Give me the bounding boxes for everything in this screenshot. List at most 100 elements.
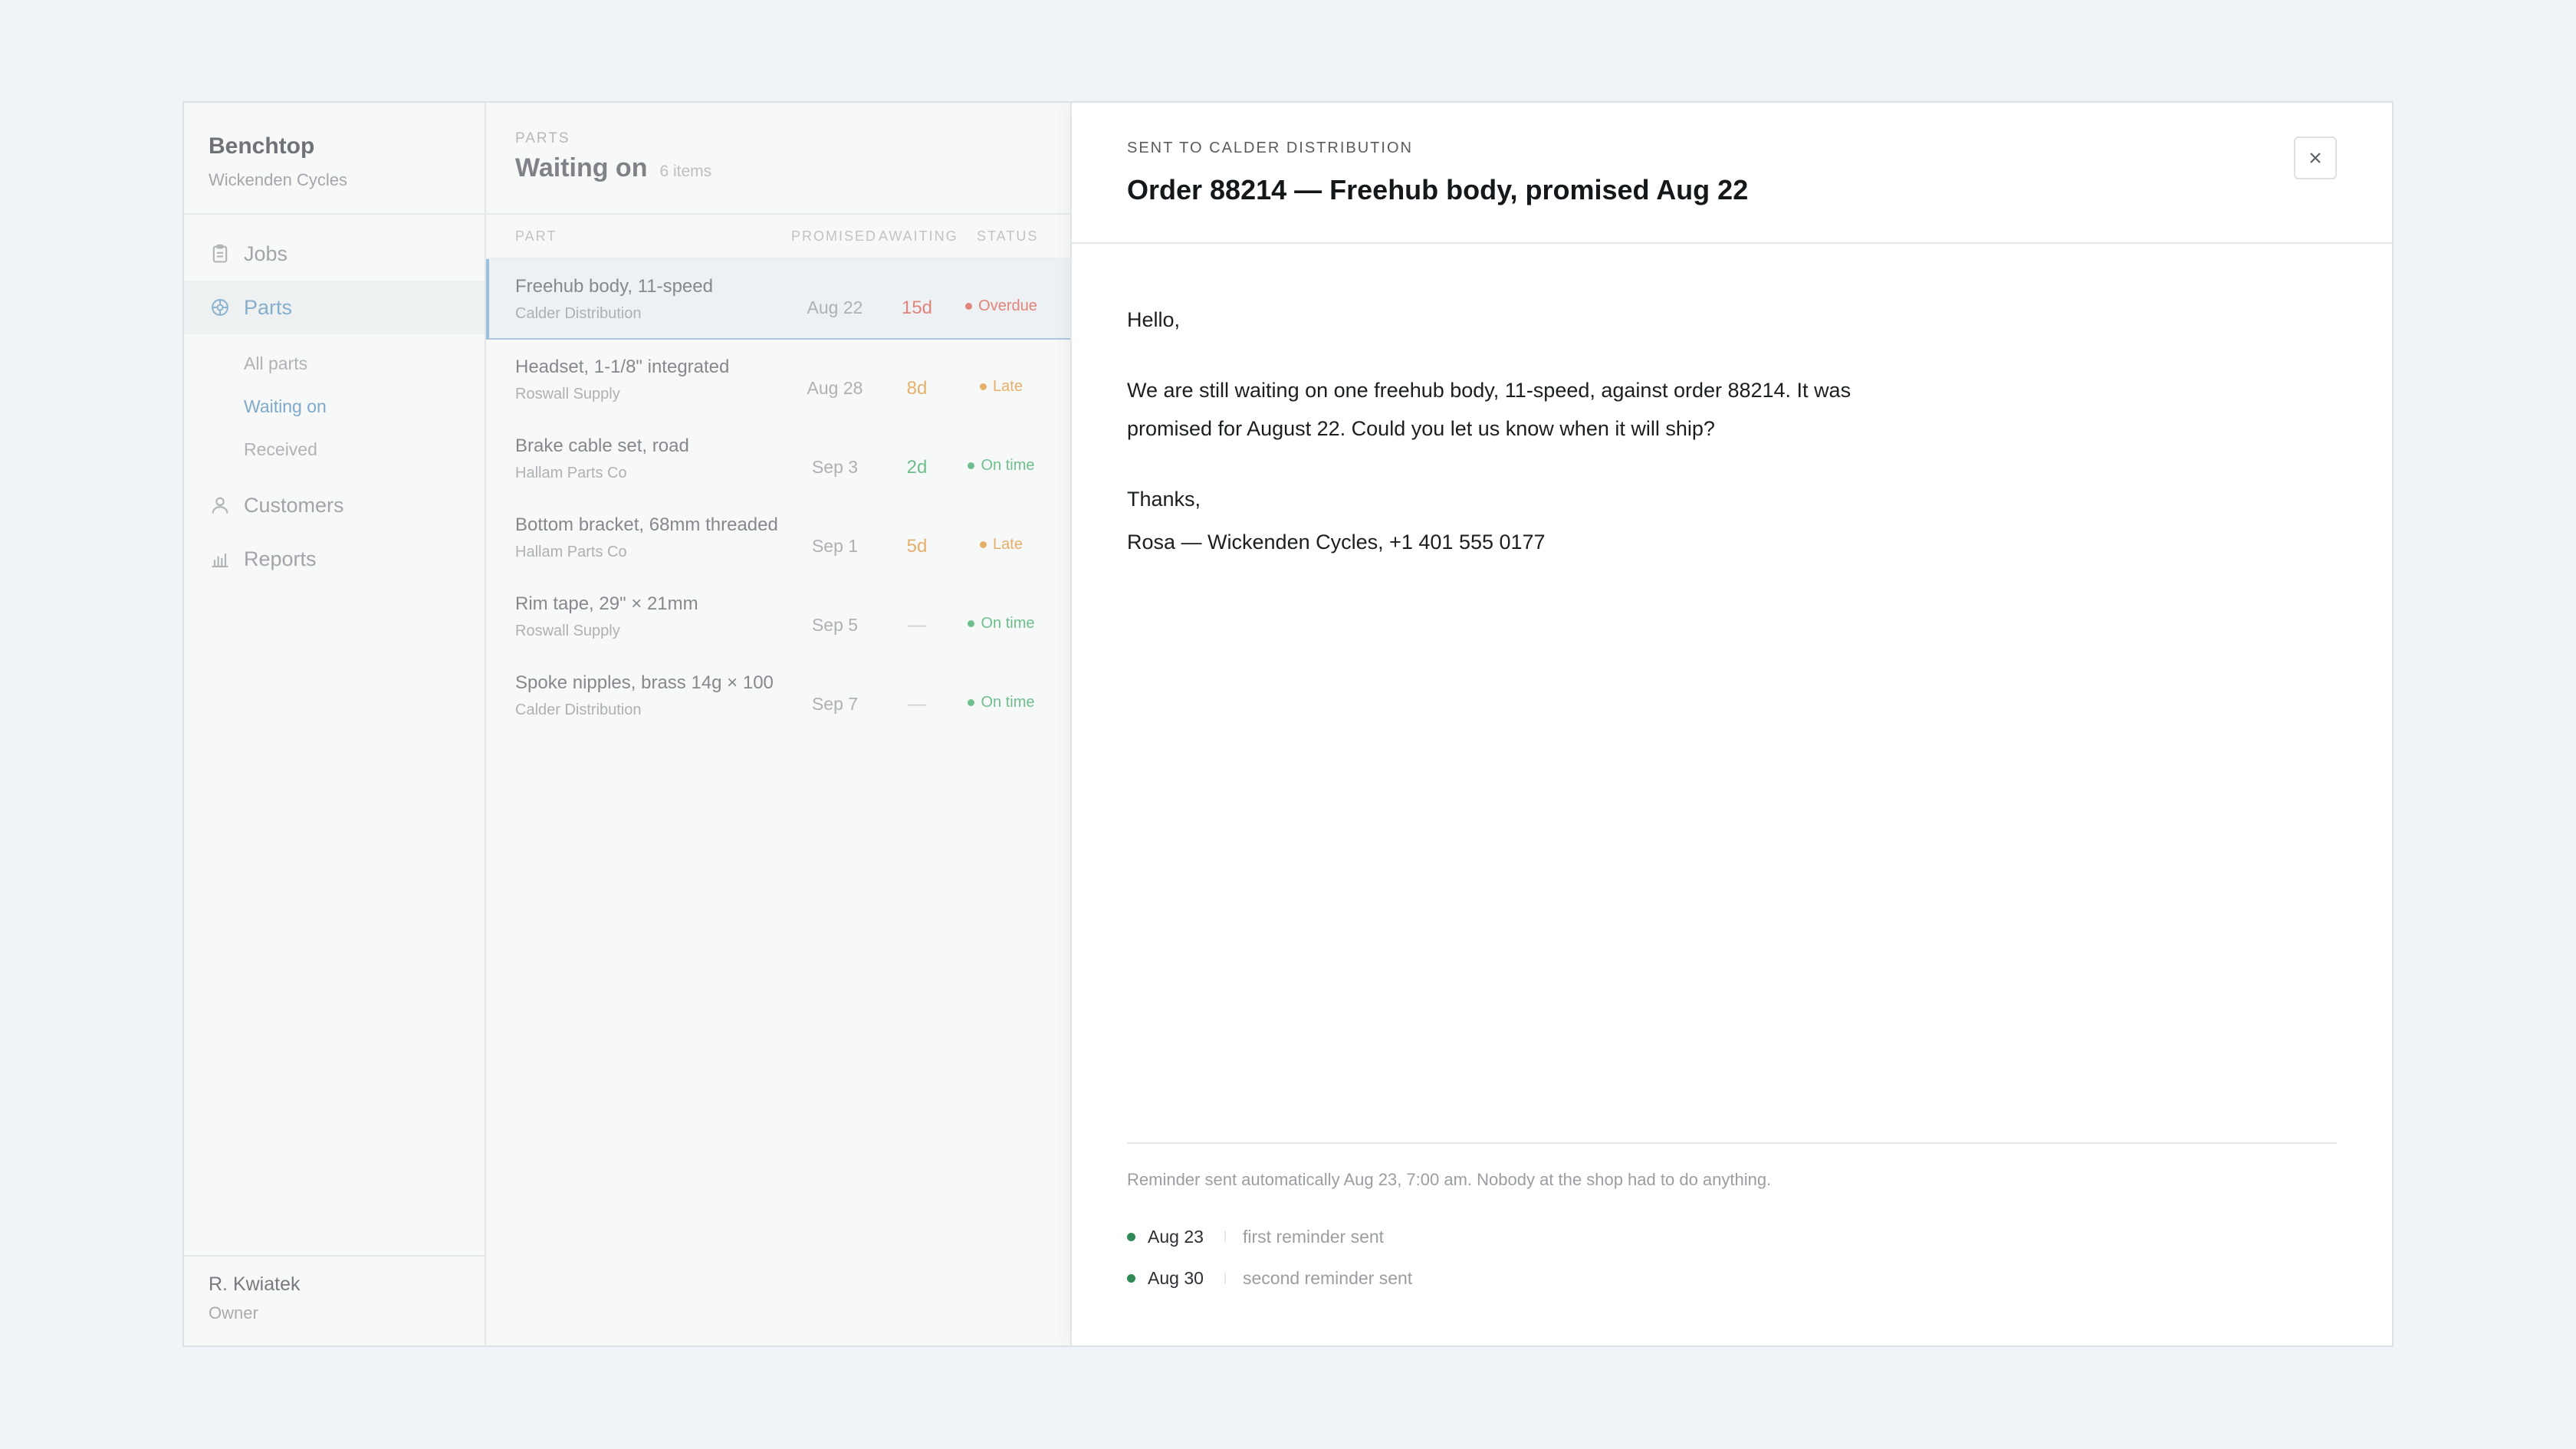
timeline-date: Aug 30 <box>1148 1267 1204 1288</box>
column-part[interactable]: PART <box>515 228 791 245</box>
column-awaiting[interactable]: AWAITING <box>879 228 977 245</box>
detail-header: SENT TO CALDER DISTRIBUTION Order 88214 … <box>1072 103 2392 244</box>
part-cell: Spoke nipples, brass 14g × 100 Calder Dis… <box>515 671 791 719</box>
timeline-text: second reminder sent <box>1243 1267 1413 1288</box>
table-row[interactable]: Headset, 1-1/8" integrated Roswall Supply… <box>486 340 1070 419</box>
part-name: Spoke nipples, brass 14g × 100 <box>515 672 774 693</box>
subnav-received[interactable]: Received <box>184 428 485 471</box>
awaiting-days: — <box>908 615 926 636</box>
reminder-footer: Reminder sent automatically Aug 23, 7:00… <box>1127 1142 2337 1299</box>
promised-date: Sep 7 <box>811 694 859 714</box>
status-label: Late <box>993 378 1023 395</box>
column-promised[interactable]: PROMISED <box>791 228 879 245</box>
part-vendor: Calder Distribution <box>515 702 642 718</box>
part-name: Brake cable set, road <box>515 435 689 456</box>
list-count: 6 items <box>659 163 712 180</box>
column-headers: PART PROMISED AWAITING STATUS <box>486 215 1070 259</box>
timeline-text: first reminder sent <box>1243 1226 1385 1247</box>
status-badge: On time <box>955 671 1047 711</box>
clipboard-icon <box>209 242 232 265</box>
table-row[interactable]: Brake cable set, road Hallam Parts Co Sep … <box>486 419 1070 498</box>
status-label: Late <box>993 536 1023 553</box>
column-status[interactable]: STATUS <box>977 228 1038 245</box>
part-vendor: Roswall Supply <box>515 386 620 402</box>
part-cell: Bottom bracket, 68mm threaded Hallam Part… <box>515 513 791 561</box>
status-badge: On time <box>955 592 1047 632</box>
timeline-dot <box>1127 1273 1135 1283</box>
status-dot <box>968 699 975 706</box>
user-card[interactable]: R. Kwiatek Owner <box>184 1255 485 1346</box>
status-dot <box>980 383 987 390</box>
bar-chart-icon <box>209 547 232 570</box>
part-vendor: Calder Distribution <box>515 305 642 322</box>
main-nav: Jobs Parts All parts Waiting on Received… <box>184 215 485 586</box>
parts-subnav: All parts Waiting on Received <box>184 334 485 478</box>
timeline-date: Aug 23 <box>1148 1226 1204 1247</box>
nav-label-reports: Reports <box>244 547 317 570</box>
part-cell: Freehub body, 11-speed Calder Distributio… <box>515 274 791 323</box>
list-title: Waiting on 6 items <box>515 153 1041 183</box>
part-cell: Rim tape, 29" × 21mm Roswall Supply <box>515 592 791 640</box>
list-header: PARTS Waiting on 6 items <box>486 103 1070 215</box>
detail-title: Order 88214 — Freehub body, promised Aug… <box>1127 174 1749 205</box>
parts-list-pane: PARTS Waiting on 6 items PART PROMISED A… <box>486 103 1070 1346</box>
nav-item-reports[interactable]: Reports <box>184 532 485 586</box>
brand: Benchtop Wickenden Cycles <box>184 103 485 215</box>
message-body: Hello, We are still waiting on one freeh… <box>1072 244 1946 561</box>
timeline-separator <box>1224 1272 1226 1284</box>
awaiting-days: 2d <box>906 457 928 478</box>
awaiting-days: 5d <box>906 536 928 557</box>
nav-label-parts: Parts <box>244 295 293 319</box>
subnav-waiting-on[interactable]: Waiting on <box>184 385 485 428</box>
part-vendor: Roswall Supply <box>515 623 620 639</box>
status-badge: Late <box>955 513 1047 554</box>
status-label: On time <box>981 694 1035 711</box>
status-label: Overdue <box>978 297 1037 314</box>
detail-eyebrow: SENT TO CALDER DISTRIBUTION <box>1127 140 1413 156</box>
awaiting-days: — <box>908 694 926 715</box>
status-dot <box>968 620 975 627</box>
status-badge: Late <box>955 355 1047 396</box>
list-eyebrow: PARTS <box>515 130 570 146</box>
gear-icon <box>209 296 232 319</box>
nav-label-jobs: Jobs <box>244 242 288 265</box>
detail-panel: SENT TO CALDER DISTRIBUTION Order 88214 … <box>1070 103 2392 1346</box>
nav-item-jobs[interactable]: Jobs <box>184 227 485 281</box>
status-label: On time <box>981 457 1035 474</box>
awaiting-days: 15d <box>901 297 933 318</box>
timeline-separator <box>1224 1230 1226 1243</box>
sidebar: Benchtop Wickenden Cycles Jobs Parts All… <box>184 103 486 1346</box>
part-vendor: Hallam Parts Co <box>515 465 627 481</box>
promised-date: Sep 5 <box>811 615 859 635</box>
table-row[interactable]: Rim tape, 29" × 21mm Roswall Supply Sep 5 —… <box>486 577 1070 656</box>
close-icon <box>2310 153 2321 163</box>
message-greeting: Hello, <box>1127 308 1181 331</box>
timeline-item: Aug 23 first reminder sent <box>1127 1216 2337 1257</box>
nav-item-parts[interactable]: Parts <box>184 281 485 334</box>
status-dot <box>965 303 973 310</box>
table-row[interactable]: Bottom bracket, 68mm threaded Hallam Part… <box>486 498 1070 577</box>
parts-rows: Freehub body, 11-speed Calder Distributio… <box>486 259 1070 734</box>
promised-date: Aug 22 <box>807 297 863 317</box>
status-dot <box>980 541 987 548</box>
promised-date: Sep 1 <box>811 536 859 556</box>
nav-item-customers[interactable]: Customers <box>184 478 485 532</box>
table-row[interactable]: Freehub body, 11-speed Calder Distributio… <box>486 259 1070 340</box>
person-icon <box>209 494 232 517</box>
reminder-timeline: Aug 23 first reminder sent Aug 30 second… <box>1127 1216 2337 1299</box>
table-row[interactable]: Spoke nipples, brass 14g × 100 Calder Dis… <box>486 656 1070 734</box>
status-badge: Overdue <box>955 274 1047 315</box>
reminder-note: Reminder sent automatically Aug 23, 7:00… <box>1127 1170 1772 1189</box>
part-name: Bottom bracket, 68mm threaded <box>515 514 778 535</box>
part-name: Rim tape, 29" × 21mm <box>515 593 698 614</box>
awaiting-days: 8d <box>906 378 928 399</box>
message-text: We are still waiting on one freehub body… <box>1127 379 1852 440</box>
timeline-item: Aug 30 second reminder sent <box>1127 1257 2337 1299</box>
status-label: On time <box>981 615 1035 632</box>
nav-label-customers: Customers <box>244 493 344 517</box>
part-name: Headset, 1-1/8" integrated <box>515 356 730 377</box>
close-button[interactable] <box>2294 136 2337 179</box>
part-name: Freehub body, 11-speed <box>515 276 713 297</box>
subnav-all-parts[interactable]: All parts <box>184 342 485 385</box>
part-cell: Brake cable set, road Hallam Parts Co <box>515 434 791 482</box>
